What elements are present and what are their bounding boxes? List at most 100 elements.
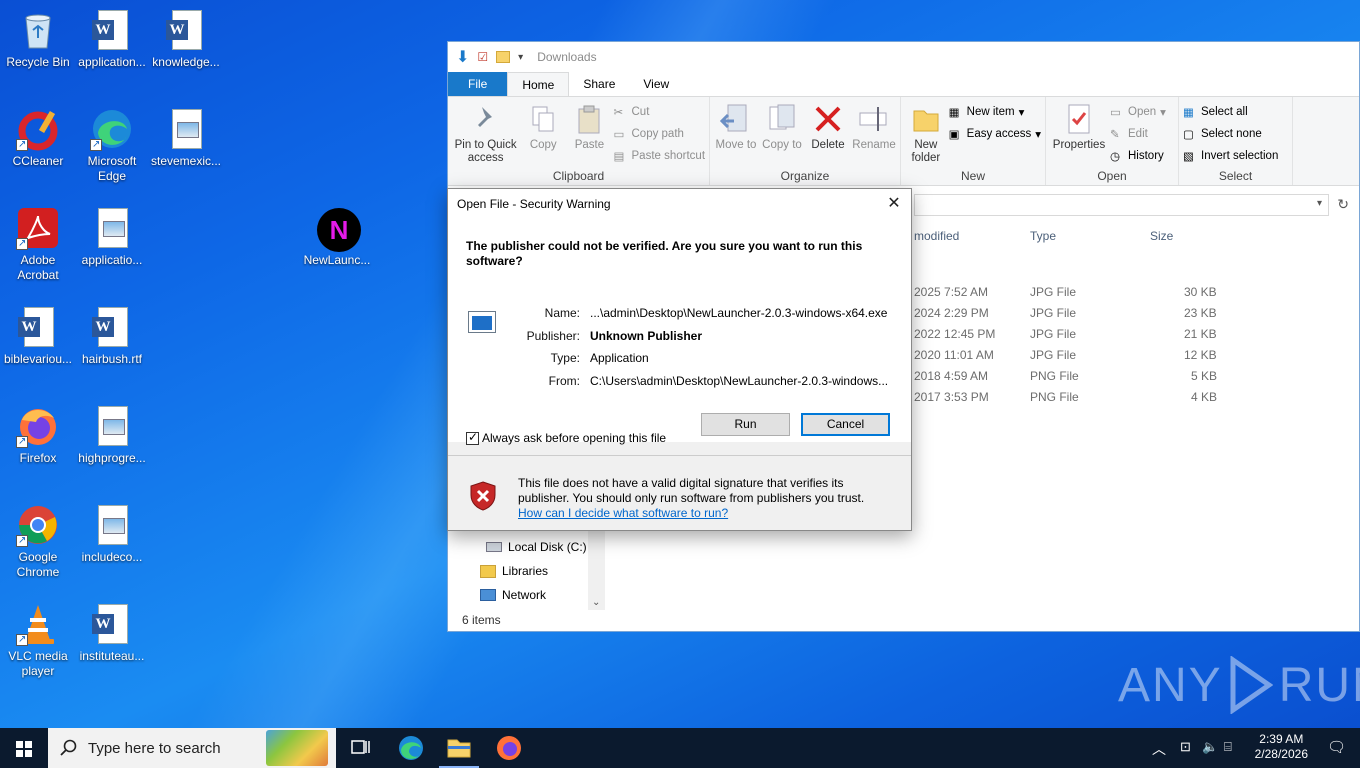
clock-date: 2/28/2026 [1254, 747, 1308, 761]
desktop-icon-word-doc[interactable]: W knowledge... [148, 8, 224, 70]
desktop-icon-chrome[interactable]: Google Chrome [0, 503, 76, 580]
taskbar: Type here to search ︿ ⊡ 🔈 ⌸ 2:39 AM 2/28… [0, 728, 1360, 768]
desktop-icon-image-file[interactable]: highprogre... [74, 404, 150, 466]
acrobat-icon [16, 206, 60, 251]
nav-item-local-disk[interactable]: Local Disk (C:) [448, 535, 605, 559]
run-button[interactable]: Run [701, 413, 790, 436]
properties-icon [1063, 103, 1095, 135]
taskbar-firefox[interactable] [485, 728, 533, 768]
down-arrow-icon[interactable]: ⬇ [456, 47, 469, 67]
table-row[interactable]: 2022 12:45 PM JPG File 21 KB [914, 324, 1359, 345]
delete-x-icon [812, 103, 844, 135]
firefox-icon [16, 404, 60, 449]
copy-to-icon [766, 103, 798, 135]
clock-time: 2:39 AM [1259, 732, 1304, 746]
desktop-icon-image-file[interactable]: includeco... [74, 503, 150, 565]
warning-message: This file does not have a valid digital … [518, 476, 888, 521]
dialog-title: Open File - Security Warning [457, 197, 611, 211]
group-label-organize: Organize [780, 169, 830, 183]
copy-path-button[interactable]: ▭ Copy path [614, 125, 706, 143]
column-size[interactable]: Size [1150, 229, 1173, 243]
publisher-value: Unknown Publisher [590, 329, 703, 343]
volume-icon[interactable]: 🔈 [1202, 739, 1218, 755]
desktop-icon-acrobat[interactable]: Adobe Acrobat [0, 206, 76, 283]
help-link[interactable]: How can I decide what software to run? [518, 506, 888, 521]
ribbon: Pin to Quick access Copy Paste ✂ Cut ▭ Cop… [448, 96, 1359, 186]
paste-shortcut-button[interactable]: ▤ Paste shortcut [614, 147, 706, 165]
anyrun-watermark: ANY RUN [1118, 656, 1360, 714]
desktop-icon-firefox[interactable]: Firefox [0, 404, 76, 466]
history-icon: ◷ [1110, 151, 1121, 163]
history-button[interactable]: ◷ History [1110, 147, 1166, 165]
column-type[interactable]: Type [1030, 229, 1056, 243]
desktop-icon-word-doc[interactable]: W hairbush.rtf [74, 305, 150, 367]
chevron-up-icon[interactable]: ︿ [1152, 739, 1166, 759]
easy-access-button[interactable]: ▣ Easy access ▾ [949, 125, 1041, 143]
image-file-icon [90, 503, 134, 547]
network-icon[interactable]: ⌸ [1224, 739, 1232, 755]
type-value: Application [590, 351, 649, 365]
tab-view[interactable]: View [629, 72, 683, 96]
taskbar-file-explorer[interactable] [435, 728, 483, 768]
word-doc-icon: W [16, 305, 60, 349]
desktop-icon-word-doc[interactable]: W instituteau... [74, 602, 150, 664]
desktop-icon-recycle-bin[interactable]: Recycle Bin [0, 8, 76, 70]
task-view-button[interactable] [336, 728, 384, 768]
refresh-icon[interactable]: ↻ [1337, 196, 1349, 213]
close-icon: ✕ [887, 195, 901, 212]
desktop-icon-image-file[interactable]: applicatio... [74, 206, 150, 268]
nav-item-libraries[interactable]: Libraries [448, 559, 605, 583]
easy-access-icon: ▣ [948, 129, 960, 141]
open-button[interactable]: ▭ Open ▾ [1110, 103, 1166, 121]
table-row[interactable]: 2025 7:52 AM JPG File 30 KB [914, 282, 1359, 303]
cut-button[interactable]: ✂ Cut [614, 103, 706, 121]
cancel-button[interactable]: Cancel [801, 413, 890, 436]
copy-icon [527, 103, 559, 135]
meet-now-icon[interactable]: ⊡ [1180, 739, 1191, 755]
tab-file[interactable]: File [448, 72, 508, 96]
always-ask-checkbox[interactable]: Always ask before opening this file [466, 430, 666, 445]
taskbar-edge[interactable] [387, 728, 435, 768]
invert-selection-button[interactable]: ▧ Invert selection [1183, 147, 1278, 165]
select-all-button[interactable]: ▦ Select all [1183, 103, 1278, 121]
desktop-icon-newlauncher[interactable]: N NewLaunc... [299, 206, 375, 268]
drive-icon [486, 542, 502, 552]
table-row[interactable]: 2024 2:29 PM JPG File 23 KB [914, 303, 1359, 324]
word-doc-icon: W [90, 8, 134, 52]
tab-share[interactable]: Share [569, 72, 629, 96]
tab-home[interactable]: Home [507, 72, 570, 96]
copy-path-icon: ▭ [613, 129, 625, 141]
address-bar[interactable]: ▾ [914, 194, 1329, 216]
close-button[interactable]: ✕ [883, 193, 905, 215]
properties-check-icon[interactable]: ☑ [477, 50, 488, 64]
desktop-icon-edge[interactable]: Microsoft Edge [74, 107, 150, 184]
group-label-select: Select [1218, 169, 1253, 183]
edit-icon: ✎ [1110, 129, 1120, 141]
dropdown-arrow-icon: ▾ [1018, 107, 1025, 119]
desktop-icon-ccleaner[interactable]: CCleaner [0, 107, 76, 169]
desktop-icon-word-doc[interactable]: W biblevariou... [0, 305, 76, 367]
notification-icon[interactable]: 🗨 [1327, 738, 1346, 756]
table-row[interactable]: 2017 3:53 PM PNG File 4 KB [914, 387, 1359, 408]
desktop-icon-word-doc[interactable]: W application... [74, 8, 150, 70]
select-none-button[interactable]: ▢ Select none [1183, 125, 1278, 143]
table-row[interactable]: 2018 4:59 AM PNG File 5 KB [914, 366, 1359, 387]
start-button[interactable] [0, 728, 48, 768]
new-item-button[interactable]: ▦ New item ▾ [949, 103, 1041, 121]
column-date-modified[interactable]: modified [914, 229, 959, 243]
ribbon-group-organize: Move to Copy to Delete Rename Organize [710, 97, 901, 185]
table-row[interactable]: 2020 11:01 AM JPG File 12 KB [914, 345, 1359, 366]
shield-warning-icon [470, 481, 496, 511]
checkbox-checked[interactable] [466, 430, 479, 445]
ribbon-group-select: ▦ Select all ▢ Select none ▧ Invert selecti… [1179, 97, 1293, 185]
desktop-icon-vlc[interactable]: VLC media player [0, 602, 76, 679]
file-list: 2025 7:52 AM JPG File 30 KB 2024 2:29 PM JP… [914, 282, 1359, 408]
customize-dropdown-icon[interactable]: ▾ [518, 52, 523, 63]
chevron-down-icon[interactable]: ▾ [1317, 198, 1322, 209]
desktop-icon-image-file[interactable]: stevemexic... [148, 107, 224, 169]
taskbar-clock[interactable]: 2:39 AM 2/28/2026 [1255, 732, 1308, 762]
edit-button[interactable]: ✎ Edit [1110, 125, 1166, 143]
nav-item-network[interactable]: Network [448, 583, 605, 607]
taskbar-search-box[interactable]: Type here to search [48, 728, 336, 768]
scroll-down-arrow-icon[interactable]: ⌄ [592, 597, 600, 608]
